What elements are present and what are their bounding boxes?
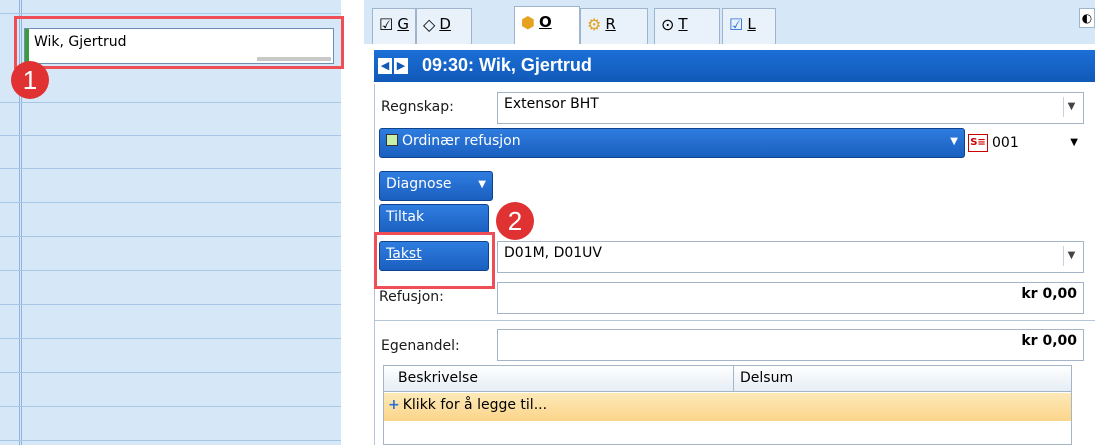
prescription-icon: ⚙ — [587, 15, 602, 34]
appointment-title: 09:30: Wik, Gjertrud — [422, 55, 592, 75]
calendar-slot-line — [0, 372, 341, 373]
chevron-down-icon[interactable]: ▼ — [1063, 246, 1079, 266]
calendar-slot-line — [0, 338, 341, 339]
column-divider — [733, 366, 734, 392]
scroll-left-icon[interactable]: ◐ — [1079, 8, 1095, 28]
calendar-slot-line — [0, 135, 341, 136]
diamond-icon: ◇ — [423, 15, 436, 34]
calendar-slot-line — [0, 168, 341, 169]
regnskap-select[interactable]: Extensor BHT ▼ — [497, 92, 1084, 124]
egenandel-label: Egenandel: — [381, 338, 460, 354]
tiltak-label: Tiltak — [386, 209, 425, 225]
tab-l[interactable]: ☑ L — [722, 8, 776, 44]
annotation-highlight-1 — [14, 16, 344, 69]
appointment-detail-panel: ☑ G ◇ D ⬢ O ⚙ R ⊙ T ☑ L ◐ ◀ ▶ 09:30: Wik, Gjer… — [364, 0, 1095, 445]
tab-g[interactable]: ☑ G — [372, 8, 416, 44]
tab-t-label: T — [678, 15, 688, 33]
calendar-slot-line — [0, 406, 341, 407]
refusjon-type-value: Ordinær refusjon — [402, 133, 521, 149]
section-divider — [375, 320, 1095, 321]
tab-strip: ☑ G ◇ D ⬢ O ⚙ R ⊙ T ☑ L ◐ — [364, 0, 1095, 44]
refusjon-type-select[interactable]: Ordinær refusjon ▼ — [379, 128, 965, 158]
tab-g-label: G — [397, 15, 409, 33]
tab-t[interactable]: ⊙ T — [654, 8, 720, 44]
next-arrow-icon[interactable]: ▶ — [394, 58, 408, 74]
table-header: Beskrivelse Delsum — [384, 366, 1071, 392]
checklist-icon: ☑ — [379, 15, 394, 34]
plus-icon: + — [388, 397, 400, 413]
calendar-slot-line — [0, 236, 341, 237]
billing-icon: ⬢ — [521, 13, 535, 32]
tab-r-label: R — [605, 15, 616, 33]
clock-icon: ⊙ — [661, 15, 675, 34]
add-line-item-label: Klikk for å legge til... — [402, 397, 548, 413]
chevron-down-icon: ▼ — [950, 136, 958, 147]
regnskap-value: Extensor BHT — [504, 96, 599, 112]
diagnose-button[interactable]: Diagnose ▼ — [379, 171, 493, 201]
calendar-slot-line — [0, 202, 341, 203]
regnskap-label: Regnskap: — [381, 99, 454, 115]
annotation-marker-2: 2 — [496, 202, 534, 240]
code-select[interactable]: S≡ 001 ▼ — [968, 128, 1084, 160]
refusjon-amount: kr 0,00 — [497, 282, 1084, 314]
calendar-slot-line — [0, 102, 341, 103]
appointment-header: ◀ ▶ 09:30: Wik, Gjertrud — [374, 50, 1095, 82]
code-value: 001 — [992, 135, 1019, 151]
refusjon-label: Refusjon: — [379, 289, 444, 305]
tab-d-label: D — [439, 15, 451, 33]
tab-o-label: O — [538, 13, 552, 31]
add-line-item-row[interactable]: + Klikk for å legge til... — [384, 393, 1071, 421]
column-header-delsum[interactable]: Delsum — [740, 370, 793, 386]
chevron-down-icon[interactable]: ▼ — [1063, 97, 1079, 117]
chevron-down-icon[interactable]: ▼ — [1070, 137, 1078, 148]
tab-r[interactable]: ⚙ R — [580, 8, 648, 44]
chevron-down-icon: ▼ — [478, 179, 486, 190]
document-code-icon: S≡ — [968, 134, 988, 152]
tab-o[interactable]: ⬢ O — [514, 6, 580, 44]
annotation-marker-1: 1 — [11, 61, 49, 99]
tab-d[interactable]: ◇ D — [416, 8, 472, 44]
line-items-table: Beskrivelse Delsum + Klikk for å legge ti… — [383, 365, 1072, 445]
list-check-icon: ☑ — [729, 15, 744, 34]
status-color-icon — [386, 134, 398, 146]
calendar-slot-line — [0, 304, 341, 305]
egenandel-amount: kr 0,00 — [497, 329, 1084, 361]
refusjon-value: kr 0,00 — [1021, 286, 1077, 302]
tab-l-label: L — [747, 15, 756, 33]
previous-arrow-icon[interactable]: ◀ — [378, 58, 392, 74]
tiltak-button[interactable]: Tiltak — [379, 204, 489, 234]
annotation-highlight-2 — [374, 232, 495, 289]
calendar-slot-line — [0, 440, 341, 441]
column-header-beskrivelse[interactable]: Beskrivelse — [398, 370, 478, 386]
egenandel-value: kr 0,00 — [1021, 333, 1077, 349]
calendar-slot-line — [0, 270, 341, 271]
takst-value: D01M, D01UV — [504, 245, 602, 261]
diagnose-label: Diagnose — [386, 176, 452, 192]
takst-select[interactable]: D01M, D01UV ▼ — [497, 241, 1084, 273]
calendar-slot-line — [0, 13, 341, 14]
